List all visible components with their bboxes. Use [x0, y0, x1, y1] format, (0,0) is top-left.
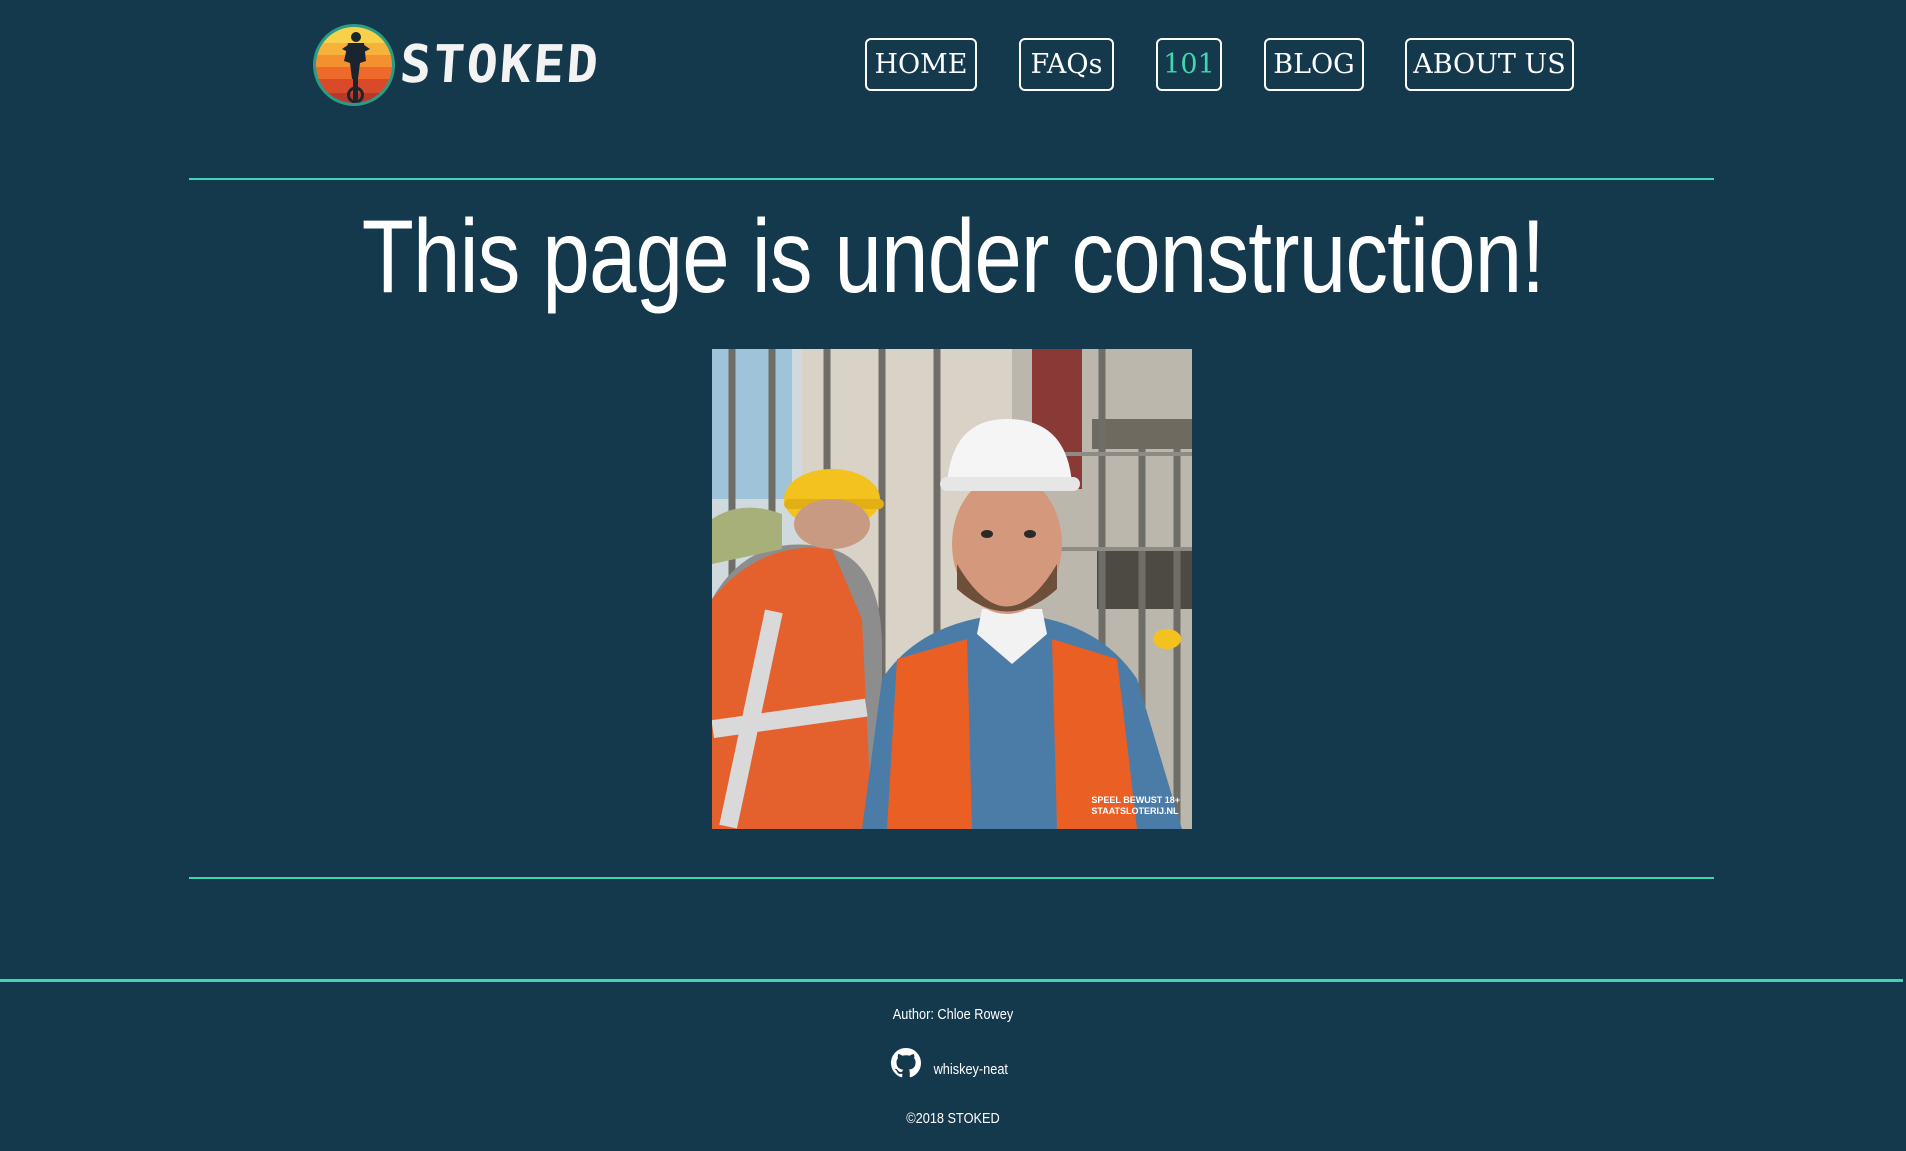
page: STOKED HOME FAQs 101 BLOG ABOUT US This … — [0, 0, 1906, 1151]
image-overlay-line-1: SPEEL BEWUST 18+ — [1091, 795, 1180, 805]
construction-scene-illustration — [712, 349, 1192, 829]
bottom-divider — [189, 877, 1714, 879]
construction-workers-image: SPEEL BEWUST 18+ STAATSLOTERIJ.NL — [712, 349, 1192, 829]
footer-author: Author: Chloe Rowey — [892, 1006, 1014, 1023]
site-logo[interactable]: STOKED — [312, 20, 602, 110]
footer-copyright: ©2018 STOKED — [906, 1110, 1000, 1127]
nav-about-us-button[interactable]: ABOUT US — [1405, 38, 1574, 91]
page-title: This page is under construction! — [361, 199, 1545, 315]
nav-blog-button[interactable]: BLOG — [1264, 38, 1364, 91]
cyclist-sunset-badge-icon — [313, 24, 395, 106]
top-divider — [189, 178, 1714, 180]
github-icon — [891, 1047, 922, 1077]
footer-divider — [0, 979, 1903, 982]
github-username: whiskey-neat — [933, 1061, 1009, 1078]
image-overlay-line-2: STAATSLOTERIJ.NL — [1091, 806, 1179, 816]
nav-home-button[interactable]: HOME — [865, 38, 977, 91]
nav-faqs-button[interactable]: FAQs — [1019, 38, 1114, 91]
brand-name: STOKED — [397, 35, 602, 95]
image-overlay-caption: SPEEL BEWUST 18+ STAATSLOTERIJ.NL — [1091, 795, 1180, 817]
footer-github: whiskey-neat — [0, 1047, 1906, 1078]
github-link[interactable]: whiskey-neat — [891, 1047, 1015, 1078]
nav-101-button[interactable]: 101 — [1156, 38, 1222, 91]
